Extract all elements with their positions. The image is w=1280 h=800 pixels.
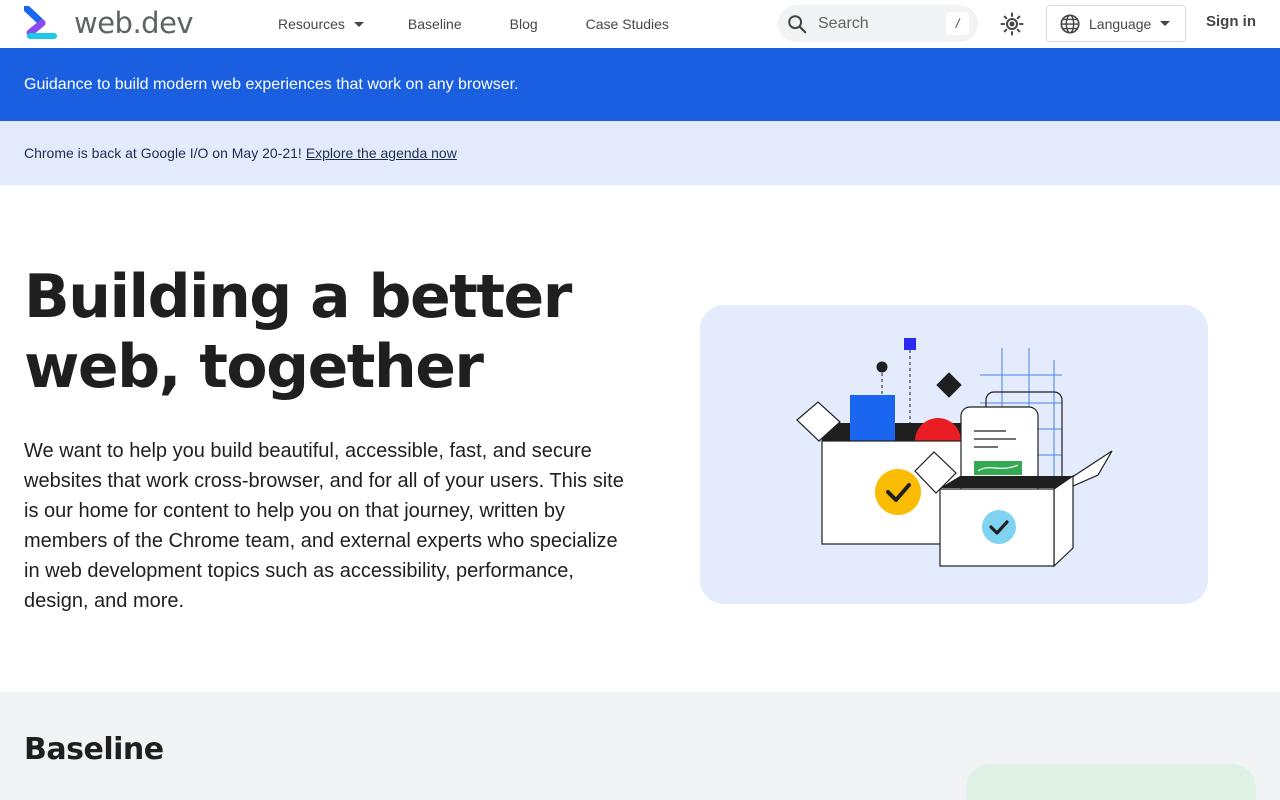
site-header: web.dev Resources Baseline Blog Case Stu…	[0, 0, 1280, 48]
baseline-card	[966, 764, 1256, 800]
title-line-1: Building a better	[24, 262, 572, 332]
page-title: Building a better web, together	[24, 262, 644, 402]
nav-item-case-studies[interactable]: Case Studies	[586, 0, 669, 48]
nav-item-blog[interactable]: Blog	[510, 0, 538, 48]
search-shortcut-key: /	[946, 12, 969, 35]
nav-item-label: Case Studies	[585, 16, 669, 32]
chevron-down-icon	[353, 21, 364, 27]
main-nav: Resources Baseline Blog Case Studies	[278, 0, 669, 48]
search-icon	[788, 14, 807, 33]
baseline-heading: Baseline	[24, 732, 164, 767]
language-select[interactable]: Language	[1046, 5, 1186, 42]
announcement-text: Chrome is back at Google I/O on May 20-2…	[24, 145, 457, 161]
chevron-down-icon	[1160, 21, 1171, 26]
globe-icon	[1060, 13, 1080, 34]
theme-toggle-button[interactable]	[998, 10, 1026, 38]
nav-item-label: Baseline	[407, 16, 462, 32]
logo-text: web.dev	[74, 6, 194, 40]
announcement-banner: Chrome is back at Google I/O on May 20-2…	[0, 121, 1280, 185]
logo-link[interactable]: web.dev	[24, 6, 194, 40]
hero-description: We want to help you build beautiful, acc…	[24, 440, 624, 612]
sign-in-button[interactable]: Sign in	[1206, 13, 1256, 30]
nav-item-resources[interactable]: Resources	[278, 0, 364, 48]
nav-item-label: Blog	[509, 16, 538, 32]
web-dev-logo-icon	[24, 6, 57, 39]
baseline-section: Baseline	[0, 692, 1280, 800]
agenda-link[interactable]: Explore the agenda now	[306, 145, 457, 161]
search-input[interactable]	[818, 14, 938, 33]
language-label: Language	[1089, 15, 1152, 32]
announcement-message: Chrome is back at Google I/O on May 20-2…	[24, 145, 302, 161]
nav-item-baseline[interactable]: Baseline	[408, 0, 462, 48]
boxes-illustration-icon	[796, 338, 1113, 568]
nav-item-label: Resources	[278, 16, 345, 32]
tagline-banner: Guidance to build modern web experiences…	[0, 48, 1280, 121]
search-box[interactable]: /	[778, 5, 978, 42]
sun-icon	[1000, 12, 1024, 36]
title-line-2: web, together	[24, 332, 484, 402]
hero-illustration	[700, 305, 1208, 604]
tagline-text: Guidance to build modern web experiences…	[24, 75, 519, 93]
